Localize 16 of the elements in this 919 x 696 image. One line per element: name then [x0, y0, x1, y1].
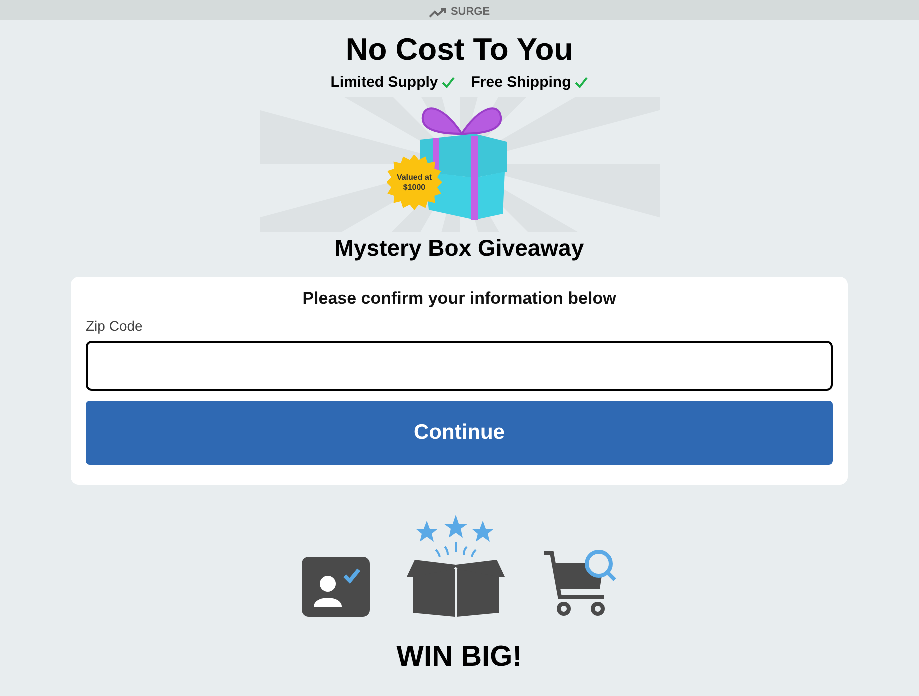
- trend-line-icon: [428, 8, 447, 18]
- continue-button[interactable]: Continue: [86, 400, 833, 464]
- zip-code-input[interactable]: [86, 340, 833, 390]
- logo-text: SURGE: [450, 7, 490, 18]
- form-prompt: Please confirm your information below: [302, 288, 618, 310]
- field-label: Zip Code: [86, 316, 144, 334]
- cart-search-icon: [542, 548, 618, 616]
- user-check-icon: [302, 556, 370, 616]
- open-box-with-stars-icon: [404, 514, 506, 616]
- perk-label: Limited Supply: [330, 73, 438, 93]
- giveaway-title: Mystery Box Giveaway: [334, 234, 584, 262]
- badge-price: $1000: [403, 182, 426, 192]
- perk-label: Free Shipping: [471, 73, 572, 93]
- badge-text: Valued at: [396, 172, 432, 182]
- headline: No Cost To You: [346, 31, 574, 69]
- win-big-heading: WIN BIG!: [396, 640, 522, 674]
